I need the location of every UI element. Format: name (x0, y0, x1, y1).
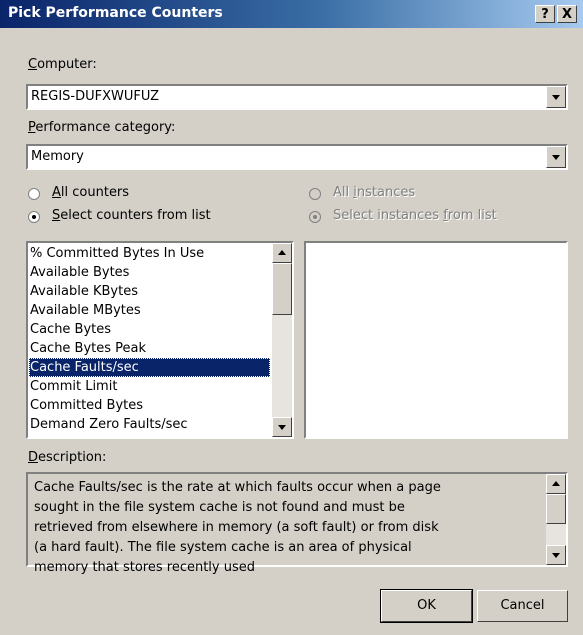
computer-combobox[interactable]: REGIS-DUFXWUFUZ (26, 84, 568, 110)
select-counters-label[interactable]: Select counters from list (52, 208, 211, 223)
counter-list-item[interactable]: Cache Faults/sec (29, 358, 270, 377)
counter-list-item[interactable]: Cache Bytes Peak (29, 339, 270, 358)
category-value: Memory (31, 149, 84, 164)
description-label: Description: (28, 450, 107, 465)
scroll-up-button[interactable] (546, 474, 566, 494)
all-counters-radio[interactable] (28, 188, 40, 200)
scroll-up-button[interactable] (272, 243, 292, 263)
select-counters-radio[interactable] (28, 211, 40, 223)
arrow-down-icon (278, 425, 286, 430)
dialog-title: Pick Performance Counters (8, 5, 223, 21)
counters-listbox[interactable]: % Committed Bytes In Use Available Bytes A… (26, 241, 294, 439)
cancel-button[interactable]: Cancel (477, 590, 568, 622)
counter-list-item[interactable]: Available KBytes (29, 282, 270, 301)
all-instances-label: All instances (333, 185, 416, 200)
instances-listbox[interactable] (304, 241, 568, 439)
ok-button[interactable]: OK (380, 589, 473, 623)
help-icon: ? (541, 7, 549, 22)
counter-list-item[interactable]: Committed Bytes (29, 396, 270, 415)
scroll-down-button[interactable] (546, 545, 566, 565)
counter-list-item[interactable]: Cache Bytes (29, 320, 270, 339)
computer-dropdown-button[interactable] (546, 86, 566, 108)
counter-list-item[interactable]: Demand Zero Faults/sec (29, 415, 270, 434)
category-label: Performance category: (28, 120, 176, 135)
all-counters-label[interactable]: All counters (52, 185, 129, 200)
counter-list-item[interactable]: Available Bytes (29, 263, 270, 282)
chevron-down-icon (552, 95, 560, 100)
category-combobox[interactable]: Memory (26, 144, 568, 170)
computer-label: Computer: (28, 57, 97, 72)
arrow-up-icon (278, 250, 286, 255)
close-icon: X (561, 7, 573, 22)
chevron-down-icon (552, 155, 560, 160)
scroll-thumb[interactable] (272, 263, 292, 315)
counters-scrollbar[interactable] (272, 243, 292, 437)
description-box[interactable]: Cache Faults/sec is the rate at which fa… (26, 472, 568, 575)
select-instances-radio[interactable] (309, 211, 321, 223)
description-scrollbar[interactable] (546, 474, 566, 565)
counter-list-item[interactable]: Available MBytes (29, 301, 270, 320)
scroll-down-button[interactable] (272, 417, 292, 437)
category-dropdown-button[interactable] (546, 146, 566, 168)
arrow-up-icon (552, 481, 560, 486)
close-button[interactable]: X (557, 5, 577, 23)
title-bar: Pick Performance Counters ? X (0, 0, 583, 28)
scroll-thumb[interactable] (546, 494, 566, 524)
select-instances-label: Select instances from list (333, 208, 497, 223)
counter-list-item[interactable]: % Committed Bytes In Use (29, 244, 270, 263)
all-instances-radio[interactable] (309, 188, 321, 200)
help-button[interactable]: ? (535, 5, 555, 23)
computer-value: REGIS-DUFXWUFUZ (31, 89, 160, 104)
description-text: Cache Faults/sec is the rate at which fa… (34, 480, 441, 575)
counter-list-item[interactable]: Commit Limit (29, 377, 270, 396)
arrow-down-icon (552, 553, 560, 558)
